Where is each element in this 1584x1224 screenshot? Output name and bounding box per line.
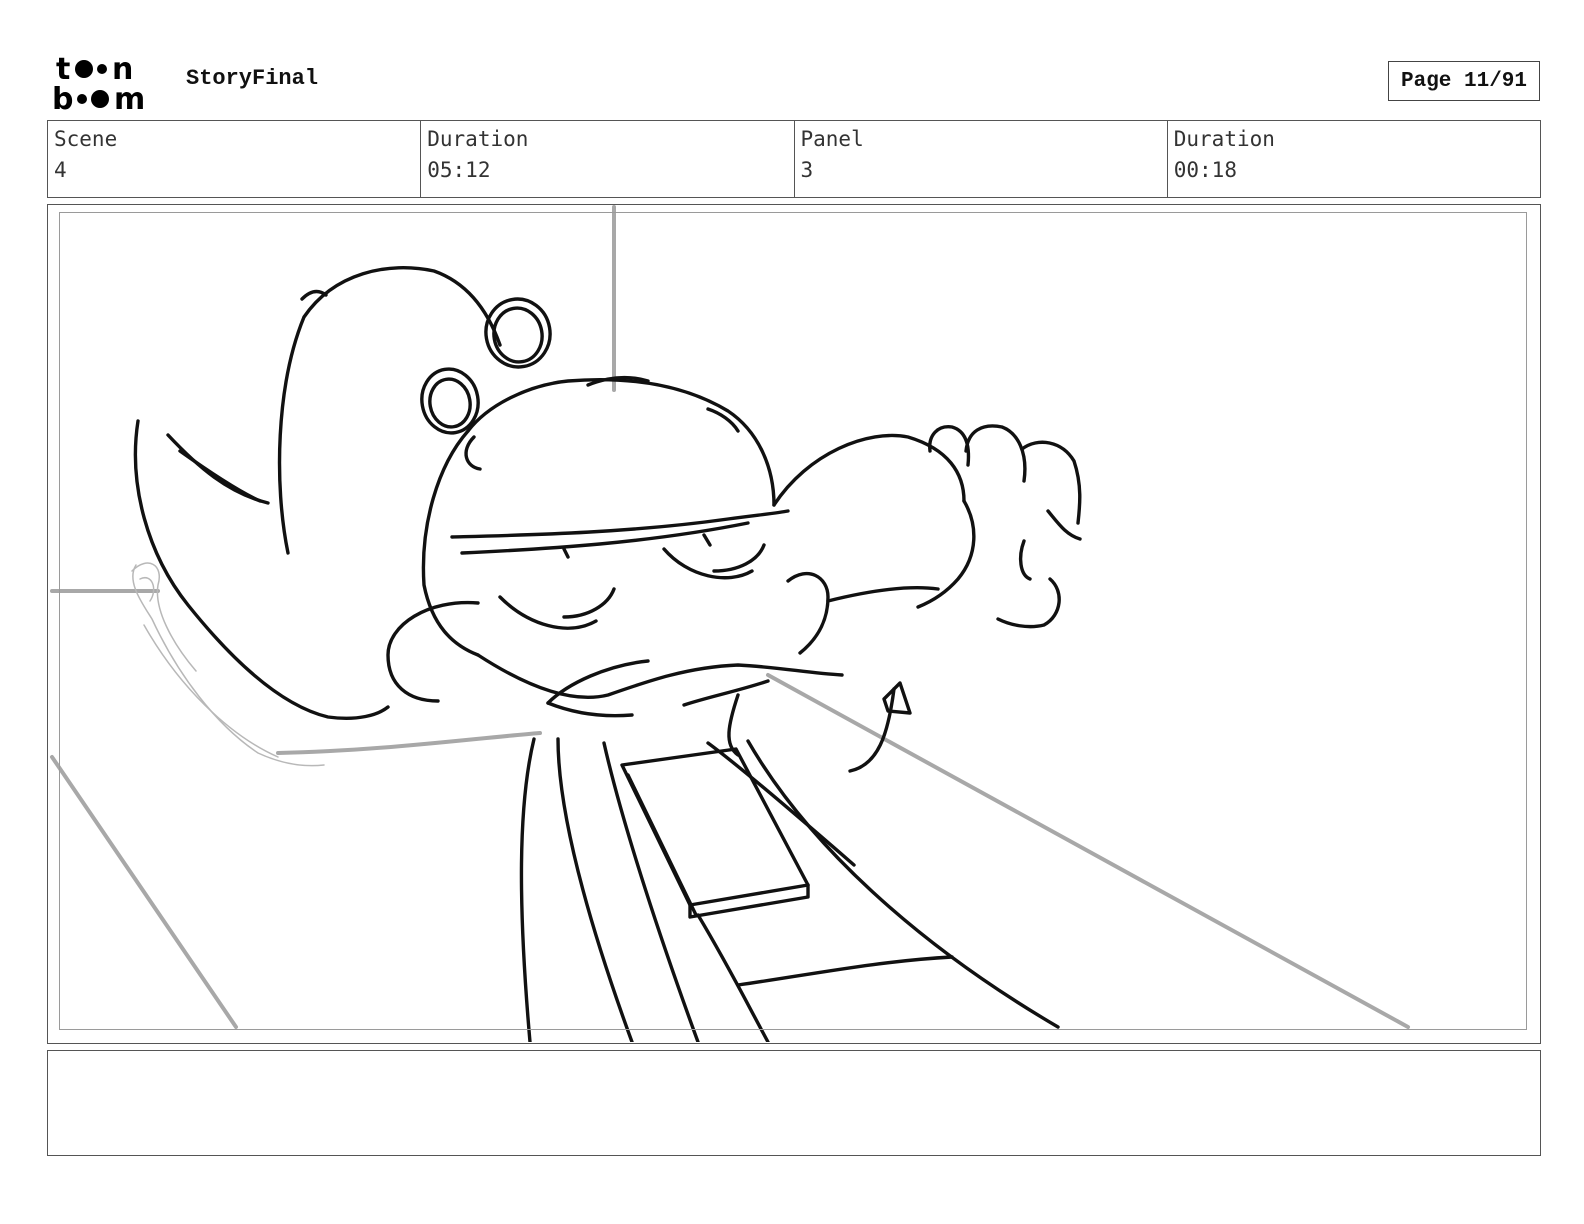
panel-info-table: Scene 4 Duration 05:12 Panel 3 Duration … [47, 120, 1541, 198]
svg-text:b: b [52, 82, 73, 112]
project-title: StoryFinal [186, 66, 319, 91]
scene-duration-label: Duration [427, 127, 529, 151]
panel-cell: Panel 3 [795, 121, 1168, 197]
safe-area-frame [59, 212, 1527, 1030]
panel-value: 3 [800, 158, 814, 182]
panel-duration-label: Duration [1173, 127, 1275, 151]
toon-boom-logo: t n b m [52, 52, 145, 112]
scene-value: 4 [54, 158, 67, 182]
scene-label: Scene [54, 127, 118, 151]
page-number: Page 11/91 [1388, 61, 1540, 101]
scene-duration-value: 05:12 [427, 158, 491, 182]
svg-text:m: m [114, 82, 145, 112]
panel-label: Panel [800, 127, 864, 151]
panel-notes-box[interactable] [47, 1050, 1541, 1156]
panel-duration-cell: Duration 00:18 [1168, 121, 1540, 197]
scene-duration-cell: Duration 05:12 [421, 121, 795, 197]
storyboard-panel-frame [47, 204, 1541, 1044]
panel-duration-value: 00:18 [1173, 158, 1237, 182]
scene-cell: Scene 4 [48, 121, 422, 197]
